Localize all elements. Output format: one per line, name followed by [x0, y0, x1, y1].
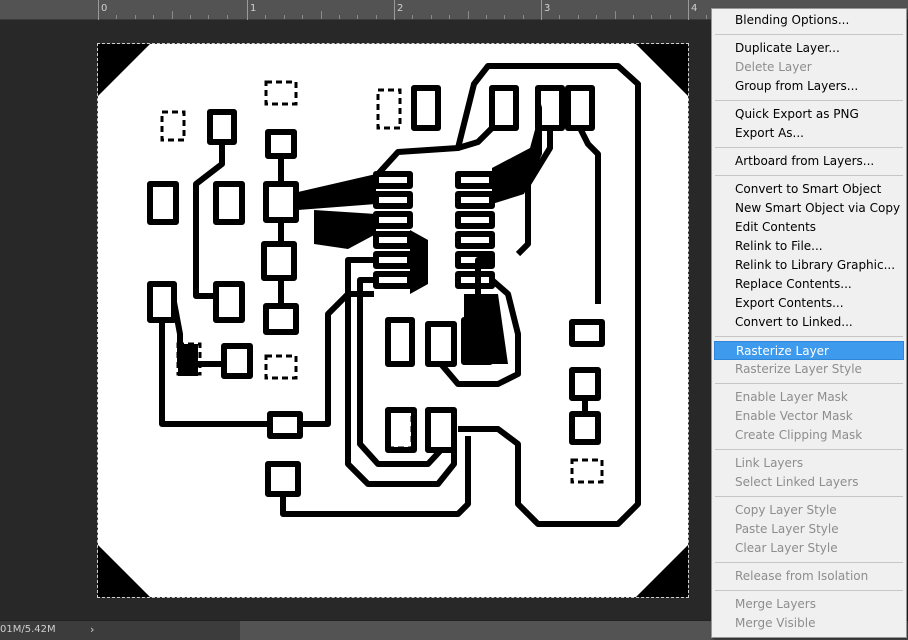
- ruler-tick: [98, 0, 99, 20]
- menu-item-enable-layer-mask: Enable Layer Mask: [735, 390, 848, 404]
- menu-item-relink-to-file[interactable]: Relink to File...: [714, 237, 904, 256]
- ruler-minor-tick: [596, 15, 597, 19]
- ruler-minor-tick: [376, 15, 377, 19]
- ruler-minor-tick: [321, 11, 322, 19]
- ruler-label: 3: [544, 3, 551, 14]
- ruler-label: 1: [250, 3, 257, 14]
- menu-item-convert-to-smart-object[interactable]: Convert to Smart Object: [714, 180, 904, 199]
- menu-item-new-smart-object-via-copy[interactable]: New Smart Object via Copy: [714, 199, 904, 218]
- ruler-tick: [394, 0, 395, 20]
- status-expand-arrow-icon[interactable]: ›: [90, 623, 94, 636]
- ruler-minor-tick: [486, 15, 487, 19]
- menu-item-quick-export-as-png[interactable]: Quick Export as PNG: [714, 105, 904, 124]
- ruler-tick: [541, 0, 542, 20]
- ruler-minor-tick: [449, 15, 450, 19]
- document-size-readout[interactable]: 01M/5.42M: [0, 624, 56, 635]
- menu-item-group-from-layers[interactable]: Group from Layers...: [714, 77, 904, 96]
- menu-separator: [712, 30, 906, 39]
- menu-separator: [712, 445, 906, 454]
- menu-separator: [712, 558, 906, 567]
- menu-item-duplicate-layer[interactable]: Duplicate Layer...: [714, 39, 904, 58]
- menu-item-artboard-from-layers[interactable]: Artboard from Layers...: [714, 152, 904, 171]
- ruler-minor-tick: [339, 15, 340, 19]
- ruler-minor-tick: [190, 15, 191, 19]
- menu-separator: [712, 492, 906, 501]
- menu-item-convert-to-linked[interactable]: Convert to Linked...: [714, 313, 904, 332]
- menu-separator: [712, 143, 906, 152]
- ruler-minor-tick: [135, 15, 136, 19]
- menu-item-replace-contents[interactable]: Replace Contents...: [714, 275, 904, 294]
- ruler-minor-tick: [357, 15, 358, 19]
- ruler-minor-tick: [284, 15, 285, 19]
- menu-separator: [712, 96, 906, 105]
- ruler-minor-tick: [633, 15, 634, 19]
- ruler-label: 0: [101, 3, 108, 14]
- menu-item-release-from-isolation: Release from Isolation: [735, 569, 869, 583]
- menu-separator: [712, 586, 906, 595]
- menu-item-delete-layer: Delete Layer: [735, 60, 812, 74]
- menu-separator: [712, 171, 906, 180]
- ruler-minor-tick: [265, 15, 266, 19]
- menu-item-export-as[interactable]: Export As...: [714, 124, 904, 143]
- ruler-minor-tick: [559, 15, 560, 19]
- menu-item-clear-layer-style: Clear Layer Style: [735, 541, 838, 555]
- ruler-minor-tick: [468, 11, 469, 19]
- ruler-minor-tick: [208, 15, 209, 19]
- ruler-minor-tick: [706, 15, 707, 19]
- pcb-artwork: [98, 44, 688, 597]
- menu-item-rasterize-layer[interactable]: Rasterize Layer: [714, 341, 904, 360]
- menu-separator: [712, 332, 906, 341]
- menu-item-blending-options[interactable]: Blending Options...: [714, 11, 904, 30]
- ruler-label: 4: [691, 3, 698, 14]
- menu-item-rasterize-layer-style: Rasterize Layer Style: [735, 362, 862, 376]
- ruler-minor-tick: [412, 15, 413, 19]
- ruler-minor-tick: [227, 15, 228, 19]
- ruler-tick: [247, 0, 248, 20]
- menu-item-link-layers: Link Layers: [735, 456, 804, 470]
- ruler-minor-tick: [172, 11, 173, 19]
- menu-item-merge-layers: Merge Layers: [735, 597, 816, 611]
- menu-separator: [712, 379, 906, 388]
- ruler-tick: [688, 0, 689, 20]
- menu-item-paste-layer-style: Paste Layer Style: [735, 522, 839, 536]
- ruler-minor-tick: [523, 15, 524, 19]
- menu-item-edit-contents[interactable]: Edit Contents: [714, 218, 904, 237]
- ruler-minor-tick: [578, 15, 579, 19]
- menu-item-merge-visible: Merge Visible: [735, 616, 816, 630]
- ruler-minor-tick: [302, 15, 303, 19]
- layer-context-menu[interactable]: Blending Options... Duplicate Layer... Del…: [711, 8, 907, 638]
- ruler-minor-tick: [153, 15, 154, 19]
- ruler-minor-tick: [116, 15, 117, 19]
- ruler-minor-tick: [431, 15, 432, 19]
- ruler-minor-tick: [670, 15, 671, 19]
- menu-item-relink-to-library-graphic[interactable]: Relink to Library Graphic...: [714, 256, 904, 275]
- ruler-minor-tick: [651, 15, 652, 19]
- menu-item-create-clipping-mask: Create Clipping Mask: [735, 428, 863, 442]
- document-canvas[interactable]: [97, 43, 689, 598]
- ruler-minor-tick: [504, 15, 505, 19]
- menu-item-enable-vector-mask: Enable Vector Mask: [735, 409, 853, 423]
- ruler-minor-tick: [615, 11, 616, 19]
- menu-item-copy-layer-style: Copy Layer Style: [735, 503, 837, 517]
- menu-item-export-contents[interactable]: Export Contents...: [714, 294, 904, 313]
- ruler-label: 2: [397, 3, 404, 14]
- menu-item-select-linked-layers: Select Linked Layers: [735, 475, 859, 489]
